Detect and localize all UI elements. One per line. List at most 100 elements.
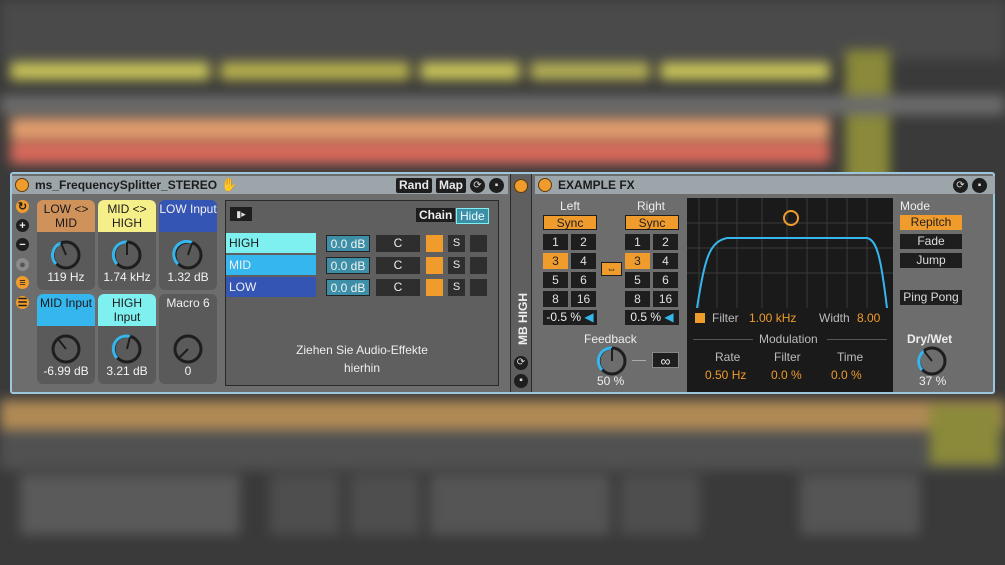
chain-pan[interactable]: C	[376, 235, 420, 252]
device2-title: EXAMPLE FX	[558, 178, 635, 192]
device1-save-icon[interactable]: ▪	[489, 177, 504, 193]
right-num-4[interactable]: 4	[653, 253, 678, 269]
chain-select-icon[interactable]	[470, 257, 487, 274]
solo-button[interactable]: S	[448, 279, 465, 296]
chain-pan[interactable]: C	[376, 257, 420, 274]
infinity-button[interactable]: ∞	[652, 352, 679, 369]
time-value[interactable]: 0.0 %	[831, 368, 862, 382]
left-num-8[interactable]: 8	[543, 291, 568, 307]
chain-row-high[interactable]: HIGH 0.0 dB C S	[226, 233, 498, 253]
right-num-1[interactable]: 1	[625, 234, 650, 250]
device2-power-button[interactable]	[538, 178, 552, 192]
speaker-icon[interactable]	[426, 235, 443, 252]
device1-hotswap-icon[interactable]: ⟳	[470, 177, 485, 193]
chain-row-mid[interactable]: MID 0.0 dB C S	[226, 255, 498, 275]
chain-label[interactable]: Chain	[416, 208, 456, 222]
macro-knob-icon[interactable]	[171, 332, 205, 366]
chain-select-icon[interactable]	[470, 235, 487, 252]
speaker-icon[interactable]	[426, 279, 443, 296]
macro-knob-icon[interactable]	[110, 332, 144, 366]
mod-filter-value[interactable]: 0.0 %	[771, 368, 802, 382]
right-num-6[interactable]: 6	[653, 272, 678, 288]
remove-macro-icon[interactable]: −	[16, 238, 29, 251]
feedback-knob-icon[interactable]	[595, 344, 629, 378]
chain-volume[interactable]: 0.0 dB	[326, 235, 370, 252]
macro-low-mid[interactable]: LOW <> MID 119 Hz	[37, 200, 95, 290]
drop-hint-line1: Ziehen Sie Audio-Effekte	[296, 343, 428, 357]
right-num-3[interactable]: 3	[625, 253, 650, 269]
width-label: Width	[819, 311, 850, 325]
device2-hotswap-icon[interactable]: ⟳	[953, 177, 968, 193]
rand-button[interactable]: Rand	[396, 177, 432, 193]
right-offset-field[interactable]: 0.5 % ◀	[625, 310, 679, 325]
filter-graph[interactable]	[687, 198, 893, 308]
snapshot-camera-icon[interactable]: ●	[16, 258, 29, 271]
left-num-6[interactable]: 6	[571, 272, 596, 288]
filter-display[interactable]: Filter 1.00 kHz Width 8.00 Modulation Ra…	[687, 198, 893, 392]
chain-name[interactable]: MID	[226, 255, 316, 275]
right-sync-button[interactable]: Sync	[625, 215, 679, 230]
hide-button[interactable]: Hide	[456, 208, 489, 224]
chain-select-icon[interactable]	[470, 279, 487, 296]
macro-knob-icon[interactable]	[49, 332, 83, 366]
variations-icon[interactable]: ≡	[16, 276, 29, 289]
chain-volume[interactable]: 0.0 dB	[326, 257, 370, 274]
left-num-2[interactable]: 2	[571, 234, 596, 250]
rack-macro-toggle-icon[interactable]: ↻	[16, 200, 29, 213]
solo-button[interactable]: S	[448, 235, 465, 252]
add-macro-icon[interactable]: +	[16, 219, 29, 232]
chain-row-low[interactable]: LOW 0.0 dB C S	[226, 277, 498, 297]
macro-knob-icon[interactable]	[49, 238, 83, 272]
speaker-icon[interactable]	[426, 257, 443, 274]
macro-6[interactable]: Macro 6 0	[159, 294, 217, 384]
mode-jump-button[interactable]: Jump	[900, 253, 962, 268]
filter-enable-toggle[interactable]	[695, 313, 705, 323]
right-num-2[interactable]: 2	[653, 234, 678, 250]
chain-name[interactable]: LOW	[226, 277, 316, 297]
right-num-5[interactable]: 5	[625, 272, 650, 288]
mod-divider-left	[693, 339, 753, 340]
map-button[interactable]: Map	[436, 177, 466, 193]
chain-volume[interactable]: 0.0 dB	[326, 279, 370, 296]
left-num-4[interactable]: 4	[571, 253, 596, 269]
chain-name[interactable]: HIGH	[226, 233, 316, 253]
macro-label: HIGH Input	[98, 294, 156, 326]
left-num-16[interactable]: 16	[571, 291, 596, 307]
device1-title-bar: ms_FrequencySplitter_STEREO ✋ Rand Map ⟳…	[12, 176, 508, 194]
left-num-5[interactable]: 5	[543, 272, 568, 288]
link-toggle-icon[interactable]: ⇔	[601, 262, 622, 276]
chain-power-button[interactable]	[514, 179, 528, 193]
device2-save-icon[interactable]: ▪	[972, 177, 987, 193]
chain-pan[interactable]: C	[376, 279, 420, 296]
filter-freq[interactable]: 1.00 kHz	[749, 311, 796, 325]
rate-value[interactable]: 0.50 Hz	[705, 368, 746, 382]
macro-low-input[interactable]: LOW Input 1.32 dB	[159, 200, 217, 290]
chain-play-icon[interactable]: ▮▸	[230, 207, 252, 221]
macro-label: LOW Input	[159, 200, 217, 232]
drywet-value: 37 %	[919, 374, 947, 388]
width-value[interactable]: 8.00	[857, 311, 880, 325]
macro-mid-input[interactable]: MID Input -6.99 dB	[37, 294, 95, 384]
left-num-1[interactable]: 1	[543, 234, 568, 250]
macro-knob-icon[interactable]	[110, 238, 144, 272]
mode-fade-button[interactable]: Fade	[900, 234, 962, 249]
left-offset-field[interactable]: -0.5 % ◀	[543, 310, 597, 325]
ping-pong-button[interactable]: Ping Pong	[900, 290, 962, 305]
mode-repitch-button[interactable]: Repitch	[900, 215, 962, 230]
device1-power-button[interactable]	[15, 178, 29, 192]
left-num-3[interactable]: 3	[543, 253, 568, 269]
right-num-16[interactable]: 16	[653, 291, 678, 307]
solo-button[interactable]: S	[448, 257, 465, 274]
chain-list-icon[interactable]: ☰	[16, 296, 29, 309]
macro-mid-high[interactable]: MID <> HIGH 1.74 kHz	[98, 200, 156, 290]
left-sync-button[interactable]: Sync	[543, 215, 597, 230]
right-num-8[interactable]: 8	[625, 291, 650, 307]
drywet-knob-icon[interactable]	[915, 344, 949, 378]
chain-save-icon[interactable]: ▪	[514, 374, 528, 388]
right-arrow-icon: ◀	[661, 310, 674, 324]
chain-list-panel: ▮▸ Chain Hide HIGH 0.0 dB C S MID 0.0 dB…	[225, 200, 499, 386]
macro-knob-icon[interactable]	[171, 238, 205, 272]
chain-hotswap-icon[interactable]: ⟳	[514, 356, 528, 370]
macro-high-input[interactable]: HIGH Input 3.21 dB	[98, 294, 156, 384]
drop-zone[interactable]: Ziehen Sie Audio-Effekte hierhin	[226, 341, 498, 377]
